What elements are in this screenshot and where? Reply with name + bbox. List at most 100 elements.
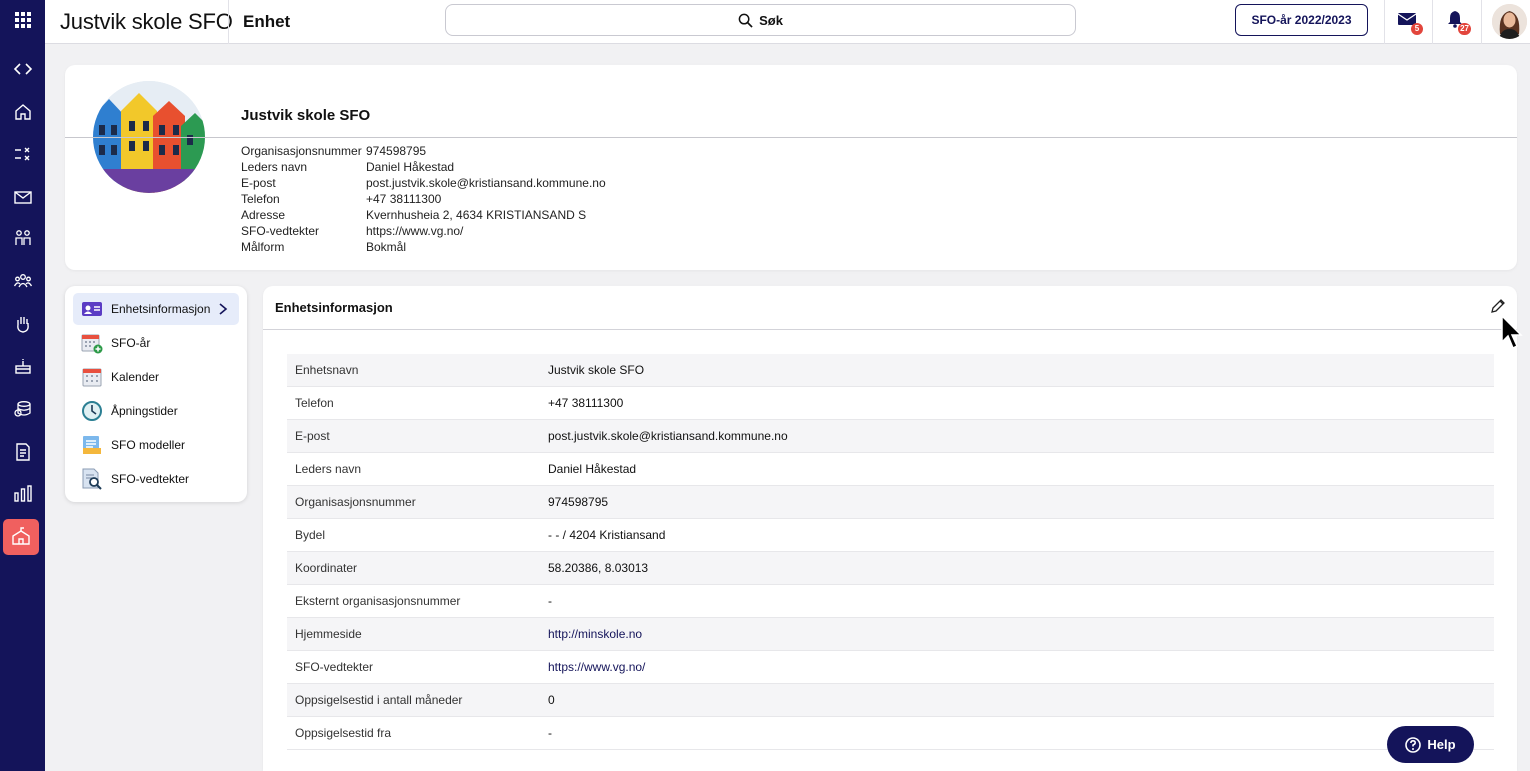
help-button[interactable]: Help	[1387, 726, 1474, 763]
row-value: 0	[548, 693, 555, 707]
calendar-icon	[81, 366, 103, 388]
apps-grid-icon[interactable]	[0, 2, 45, 38]
field-label: Organisasjonsnummer	[241, 144, 362, 158]
menu-item-sfo-modeller[interactable]: SFO modeller	[73, 429, 239, 461]
field-label: Leders navn	[241, 160, 308, 174]
field-label: Adresse	[241, 208, 286, 222]
row-label: E-post	[295, 429, 330, 443]
edit-pencil-icon[interactable]	[1489, 297, 1507, 315]
row-value: 974598795	[548, 495, 609, 509]
table-row: SFO-vedtekter https://www.vg.no/	[287, 651, 1494, 684]
notification-count-badge: 27	[1458, 23, 1471, 35]
summary-row: SFO-vedtekter https://www.vg.no/	[241, 223, 606, 239]
field-label: SFO-vedtekter	[241, 224, 320, 238]
help-icon	[1405, 736, 1422, 753]
summary-row: Adresse Kvernhusheia 2, 4634 KRISTIANSAND…	[241, 207, 606, 223]
summary-row: Organisasjonsnummer 974598795	[241, 143, 606, 159]
divider	[228, 0, 229, 44]
table-row: Bydel - - / 4204 Kristiansand	[287, 519, 1494, 552]
divider	[263, 329, 1517, 330]
table-row: Eksternt organisasjonsnummer -	[287, 585, 1494, 618]
row-value: - - / 4204 Kristiansand	[548, 528, 666, 542]
table-row: Koordinater 58.20386, 8.03013	[287, 552, 1494, 585]
help-label: Help	[1427, 737, 1456, 752]
table-row: Leders navn Daniel Håkestad	[287, 453, 1494, 486]
summary-row: E-post post.justvik.skole@kristiansand.ko…	[241, 175, 606, 191]
field-value: +47 38111300	[366, 192, 442, 206]
unit-summary: Organisasjonsnummer 974598795 Leders navn…	[241, 143, 606, 255]
page-title: Enhet	[243, 12, 291, 31]
summary-row: Leders navn Daniel Håkestad	[241, 159, 606, 175]
field-value: Daniel Håkestad	[366, 160, 455, 174]
cake-icon[interactable]	[0, 348, 45, 384]
id-card-icon	[81, 298, 103, 320]
row-value: -	[548, 594, 552, 608]
children-icon[interactable]	[0, 220, 45, 256]
hand-icon[interactable]	[0, 306, 45, 342]
menu-item-sfo-ar[interactable]: SFO-år	[73, 327, 239, 359]
divider	[65, 137, 1517, 138]
menu-item-label: Åpningstider	[111, 404, 178, 418]
row-label: Koordinater	[295, 561, 358, 575]
sfo-year-button[interactable]: SFO-år 2022/2023	[1235, 4, 1368, 36]
menu-item-label: SFO-år	[111, 336, 151, 350]
chart-icon[interactable]	[0, 476, 45, 512]
avatar[interactable]	[1492, 4, 1527, 39]
menu-item-label: Kalender	[111, 370, 160, 384]
coins-icon[interactable]	[0, 391, 45, 427]
groups-icon[interactable]	[0, 263, 45, 299]
messages-button[interactable]: 5	[1397, 9, 1423, 35]
mail-icon[interactable]	[0, 179, 45, 215]
calendar-add-icon	[81, 332, 103, 354]
tasks-icon[interactable]	[0, 136, 45, 172]
field-label: Målform	[241, 240, 285, 254]
table-row: Hjemmeside http://minskole.no	[287, 618, 1494, 651]
table-row: E-post post.justvik.skole@kristiansand.ko…	[287, 420, 1494, 453]
brand-title[interactable]: Justvik skole SFO	[60, 0, 233, 44]
menu-item-apningstider[interactable]: Åpningstider	[73, 395, 239, 427]
home-icon[interactable]	[0, 94, 45, 130]
row-label: SFO-vedtekter	[295, 660, 374, 674]
regulations-link[interactable]: https://www.vg.no/	[548, 660, 645, 674]
summary-row: Målform Bokmål	[241, 239, 606, 255]
document-icon[interactable]	[0, 434, 45, 470]
field-value: Kvernhusheia 2, 4634 KRISTIANSAND S	[366, 208, 587, 222]
code-icon[interactable]	[0, 51, 45, 87]
field-label: E-post	[241, 176, 276, 190]
row-label: Hjemmeside	[295, 627, 362, 641]
row-label: Enhetsnavn	[295, 363, 359, 377]
field-label: Telefon	[241, 192, 280, 206]
row-label: Telefon	[295, 396, 334, 410]
profile-card: Justvik skole SFO Organisasjonsnummer 974…	[65, 65, 1517, 270]
row-value: 58.20386, 8.03013	[548, 561, 649, 575]
menu-item-enhetsinformasjon[interactable]: Enhetsinformasjon	[73, 293, 239, 325]
table-row: Oppsigelsestid fra -	[287, 717, 1494, 750]
search-input[interactable]: Søk	[445, 4, 1076, 36]
menu-item-kalender[interactable]: Kalender	[73, 361, 239, 393]
divider	[1384, 0, 1385, 44]
school-icon[interactable]	[3, 519, 39, 555]
top-bar: Justvik skole SFO Enhet Søk SFO-år 2022/…	[45, 0, 1530, 44]
mouse-cursor-icon	[1501, 314, 1523, 350]
menu-item-sfo-vedtekter[interactable]: SFO-vedtekter	[73, 463, 239, 495]
row-value: +47 38111300	[548, 396, 624, 410]
document-search-icon	[81, 468, 103, 490]
info-table: Enhetsnavn Justvik skole SFO Telefon +47 3…	[287, 354, 1494, 750]
table-row: Enhetsnavn Justvik skole SFO	[287, 354, 1494, 387]
menu-item-label: SFO modeller	[111, 438, 186, 452]
panel-title: Enhetsinformasjon	[275, 300, 393, 315]
table-row: Organisasjonsnummer 974598795	[287, 486, 1494, 519]
search-icon	[738, 13, 753, 28]
row-label: Bydel	[295, 528, 326, 542]
divider	[1481, 0, 1482, 44]
field-value: post.justvik.skole@kristiansand.kommune.…	[366, 176, 606, 190]
row-label: Oppsigelsestid fra	[295, 726, 392, 740]
unit-name: Justvik skole SFO	[241, 107, 371, 124]
row-label: Eksternt organisasjonsnummer	[295, 594, 461, 608]
homepage-link[interactable]: http://minskole.no	[548, 627, 642, 641]
search-label: Søk	[759, 12, 783, 28]
notifications-button[interactable]: 27	[1445, 9, 1471, 35]
field-value: https://www.vg.no/	[366, 224, 464, 238]
summary-row: Telefon +47 38111300	[241, 191, 606, 207]
table-row: Telefon +47 38111300	[287, 387, 1494, 420]
